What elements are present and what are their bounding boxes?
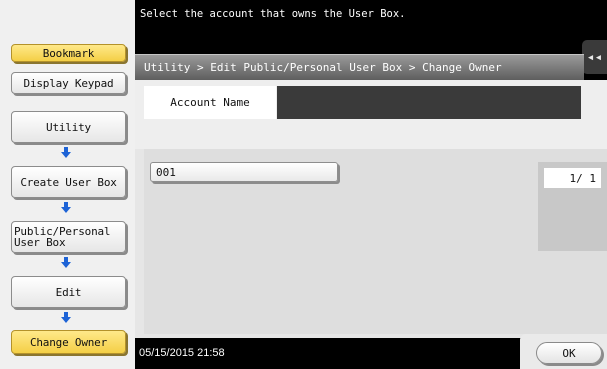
datetime: 05/15/2015 21:58 bbox=[139, 347, 225, 359]
account-name-field[interactable] bbox=[277, 86, 581, 119]
down-arrow-icon bbox=[61, 312, 71, 324]
step-change-owner-button[interactable]: Change Owner bbox=[11, 330, 126, 354]
ok-button[interactable]: OK bbox=[536, 342, 602, 364]
instruction-message: Select the account that owns the User Bo… bbox=[140, 8, 406, 20]
step-edit-button[interactable]: Edit bbox=[11, 276, 126, 308]
step-create-user-box-button[interactable]: Create User Box bbox=[11, 166, 126, 198]
down-arrow-icon bbox=[61, 257, 71, 269]
step-utility-button[interactable]: Utility bbox=[11, 111, 126, 143]
double-chevron-left-icon[interactable]: ◂◂ bbox=[582, 40, 607, 74]
account-name-label: Account Name bbox=[144, 86, 276, 119]
display-keypad-button[interactable]: Display Keypad bbox=[11, 72, 126, 94]
page-indicator: 1/ 1 bbox=[544, 168, 601, 188]
bookmark-button[interactable]: Bookmark bbox=[11, 44, 126, 62]
step-public-personal-user-box-button[interactable]: Public/Personal User Box bbox=[11, 221, 126, 253]
down-arrow-icon bbox=[61, 147, 71, 159]
down-arrow-icon bbox=[61, 202, 71, 214]
breadcrumb: Utility > Edit Public/Personal User Box … bbox=[144, 61, 502, 74]
account-list-item[interactable]: 001 bbox=[150, 162, 338, 182]
